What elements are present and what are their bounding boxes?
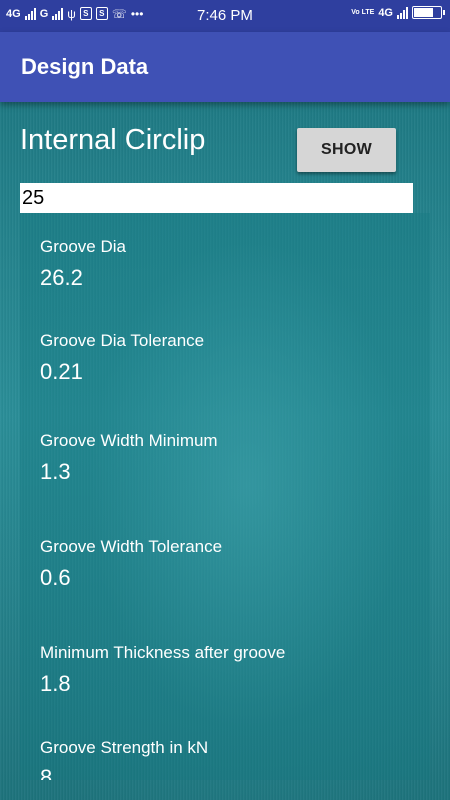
network-type-2: G	[39, 7, 49, 20]
network-type-3: 4G	[378, 6, 393, 19]
groove-strength-value: 8	[40, 765, 53, 780]
app-screen: 4G G ψ S S ☏ ••• 7:46 PM Vo LTE 4G Desig…	[0, 0, 450, 800]
status-time: 7:46 PM	[197, 7, 253, 24]
size-input[interactable]	[20, 183, 413, 213]
groove-dia-label: Groove Dia	[40, 237, 126, 256]
groove-dia-value: 26.2	[40, 265, 83, 290]
usb-icon: ψ	[67, 6, 76, 21]
groove-width-tolerance-value: 0.6	[40, 565, 71, 590]
groove-dia-tolerance-value: 0.21	[40, 359, 83, 384]
page-title: Internal Circlip	[20, 124, 206, 156]
results-panel[interactable]: Groove Dia 26.2 Groove Dia Tolerance 0.2…	[20, 213, 430, 780]
sim-icon: S	[95, 7, 108, 20]
network-type-1: 4G	[6, 7, 21, 20]
more-icon: •••	[130, 6, 144, 21]
groove-dia-tolerance-label: Groove Dia Tolerance	[40, 331, 205, 350]
groove-width-tolerance-label: Groove Width Tolerance	[40, 537, 223, 556]
groove-strength-label: Groove Strength in kN	[40, 738, 209, 757]
show-button[interactable]: SHOW	[297, 128, 396, 172]
signal-icon	[52, 7, 64, 20]
battery-level	[414, 8, 433, 17]
groove-width-minimum-value: 1.3	[40, 459, 71, 484]
minimum-thickness-label: Minimum Thickness after groove	[40, 643, 286, 662]
app-title: Design Data	[21, 54, 149, 79]
app-bar: Design Data	[0, 32, 450, 102]
battery-icon	[412, 6, 445, 19]
whatsapp-icon: ☏	[111, 6, 127, 21]
signal-icon	[24, 7, 36, 20]
status-right: Vo LTE 4G	[351, 6, 445, 19]
status-bar: 4G G ψ S S ☏ ••• 7:46 PM Vo LTE 4G	[0, 0, 450, 32]
groove-width-minimum-label: Groove Width Minimum	[40, 431, 218, 450]
signal-icon	[397, 6, 408, 19]
sim-icon: S	[79, 7, 92, 20]
status-left: 4G G ψ S S ☏ •••	[6, 7, 143, 20]
minimum-thickness-value: 1.8	[40, 671, 71, 696]
volte-indicator: Vo LTE	[351, 8, 375, 16]
